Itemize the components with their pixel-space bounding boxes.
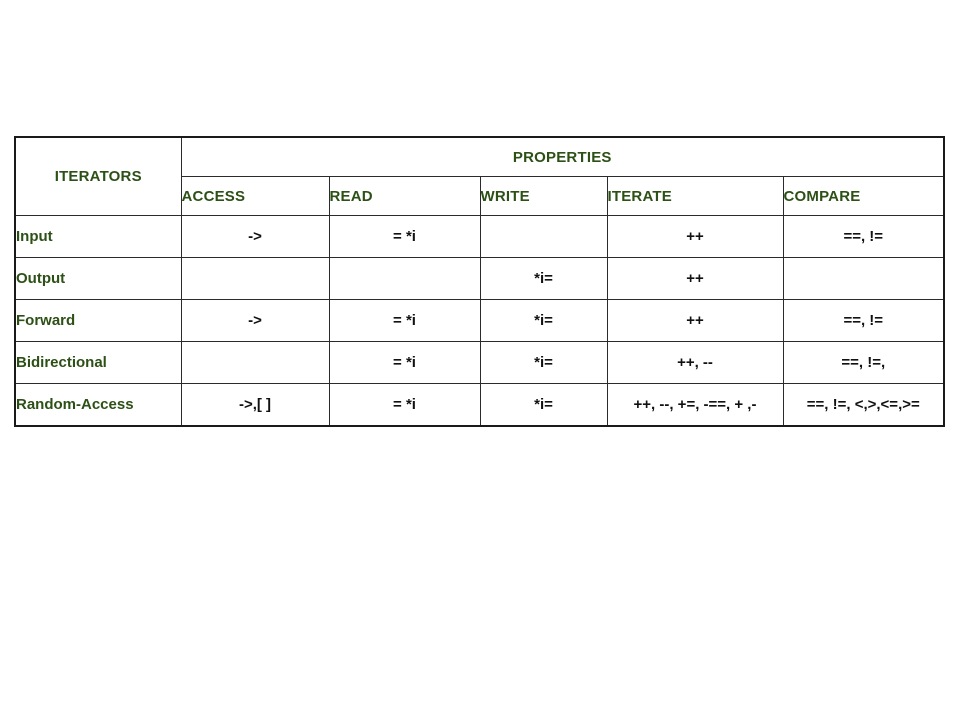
cell-random-access-access: ->,[ ]: [180, 383, 330, 427]
cell-bidirectional-write: *i=: [479, 341, 608, 384]
row-label-bidirectional: Bidirectional: [14, 341, 182, 384]
row-label-forward: Forward: [14, 299, 182, 342]
header-access: ACCESS: [180, 176, 330, 216]
header-write: WRITE: [479, 176, 608, 216]
cell-random-access-write: *i=: [479, 383, 608, 427]
cell-output-iterate: ++: [606, 257, 784, 300]
cell-input-read: = *i: [328, 215, 481, 258]
cell-output-read: [328, 257, 481, 300]
cell-output-compare: [782, 257, 945, 300]
cell-output-access: [180, 257, 330, 300]
cell-input-compare: ==, !=: [782, 215, 945, 258]
table-row: Output *i= ++: [14, 257, 945, 300]
cell-forward-write: *i=: [479, 299, 608, 342]
row-label-output: Output: [14, 257, 182, 300]
table-row: Forward -> = *i *i= ++ ==, !=: [14, 299, 945, 342]
header-compare: COMPARE: [782, 176, 945, 216]
cell-output-write: *i=: [479, 257, 608, 300]
table-row: Input -> = *i ++ ==, !=: [14, 215, 945, 258]
iterators-properties-table: ITERATORS PROPERTIES ACCESS READ WRITE I…: [14, 136, 946, 427]
cell-input-iterate: ++: [606, 215, 784, 258]
cell-bidirectional-iterate: ++, --: [606, 341, 784, 384]
row-label-input: Input: [14, 215, 182, 258]
cell-bidirectional-read: = *i: [328, 341, 481, 384]
header-iterate: ITERATE: [606, 176, 784, 216]
header-properties: PROPERTIES: [180, 136, 945, 177]
cell-forward-compare: ==, !=: [782, 299, 945, 342]
table-body: Input -> = *i ++ ==, != Output *i= ++ Fo…: [14, 215, 945, 427]
table-header: ITERATORS PROPERTIES ACCESS READ WRITE I…: [14, 136, 945, 216]
cell-input-write: [479, 215, 608, 258]
table-row: Bidirectional = *i *i= ++, -- ==, !=,: [14, 341, 945, 384]
header-row-group: ITERATORS PROPERTIES: [14, 136, 945, 216]
row-label-random-access: Random-Access: [14, 383, 182, 427]
cell-random-access-read: = *i: [328, 383, 481, 427]
header-read: READ: [328, 176, 481, 216]
cell-bidirectional-compare: ==, !=,: [782, 341, 945, 384]
header-iterators: ITERATORS: [14, 136, 182, 216]
cell-forward-iterate: ++: [606, 299, 784, 342]
cell-input-access: ->: [180, 215, 330, 258]
slide-canvas: ITERATORS PROPERTIES ACCESS READ WRITE I…: [0, 0, 960, 720]
cell-bidirectional-access: [180, 341, 330, 384]
cell-forward-access: ->: [180, 299, 330, 342]
table-row: Random-Access ->,[ ] = *i *i= ++, --, +=…: [14, 383, 945, 427]
cell-random-access-iterate: ++, --, +=, -==, + ,-: [606, 383, 784, 427]
cell-forward-read: = *i: [328, 299, 481, 342]
cell-random-access-compare: ==, !=, <,>,<=,>=: [782, 383, 945, 427]
